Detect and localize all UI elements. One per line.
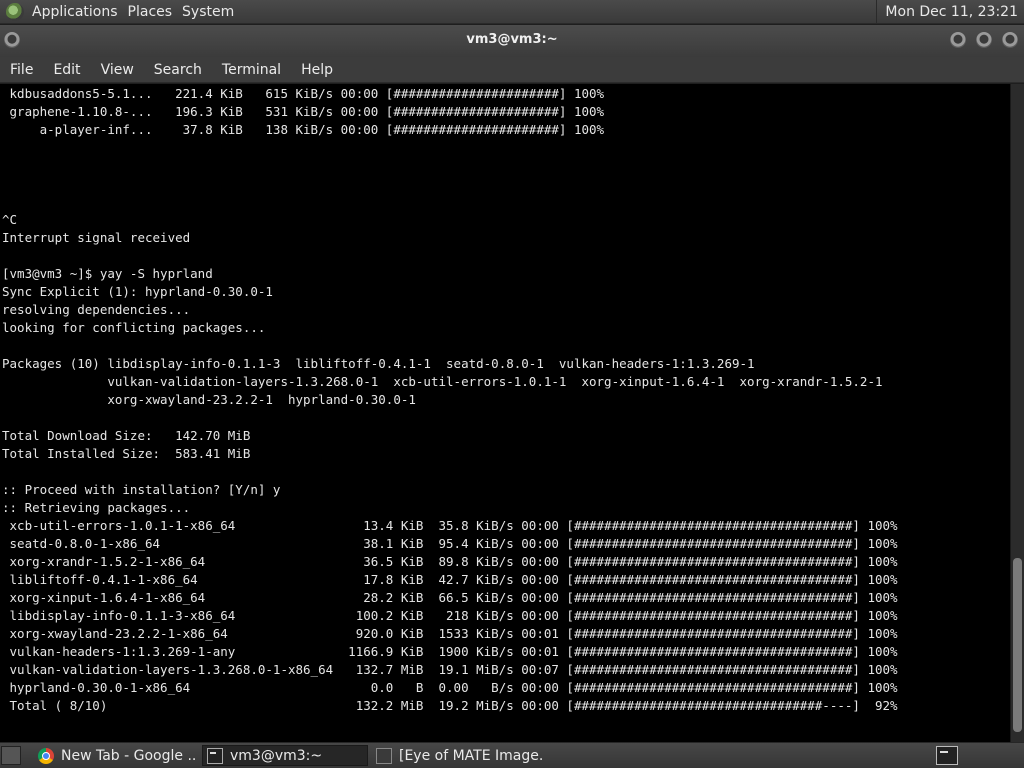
terminal-text: kdbusaddons5-5.1... 221.4 KiB 615 KiB/s … [2,86,898,713]
menu-edit[interactable]: Edit [43,57,90,83]
terminal-output[interactable]: kdbusaddons5-5.1... 221.4 KiB 615 KiB/s … [0,84,1010,742]
close-button[interactable] [1002,32,1018,48]
image-viewer-icon [376,747,392,764]
top-panel: Applications Places System Mon Dec 11, 2… [0,0,1024,24]
tray-terminal-icon[interactable] [936,746,958,765]
places-menu[interactable]: Places [126,4,181,20]
task-chrome[interactable]: New Tab - Google ... [34,745,196,766]
minimize-button[interactable] [950,32,966,48]
show-desktop-button[interactable] [1,746,21,765]
terminal-menubar: File Edit View Search Terminal Help [0,57,1024,83]
task-image-viewer[interactable]: [Eye of MATE Image... [372,745,542,766]
chrome-icon [38,747,54,764]
menu-help[interactable]: Help [291,57,343,83]
mate-logo-icon[interactable] [6,2,24,21]
clock[interactable]: Mon Dec 11, 23:21 [876,0,1024,24]
system-menu[interactable]: System [180,4,242,20]
task-terminal[interactable]: vm3@vm3:~ [202,745,368,766]
menu-view[interactable]: View [91,57,144,83]
menu-search[interactable]: Search [144,57,212,83]
task-label: New Tab - Google ... [61,747,196,764]
terminal-icon [207,747,223,764]
terminal-scrollbar[interactable] [1010,84,1024,742]
task-label: [Eye of MATE Image... [399,747,542,764]
menu-file[interactable]: File [0,57,43,83]
window-title: vm3@vm3:~ [466,32,558,47]
bottom-taskbar: New Tab - Google ... vm3@vm3:~ [Eye of M… [0,742,1024,768]
task-label: vm3@vm3:~ [230,747,323,764]
menu-terminal[interactable]: Terminal [212,57,291,83]
applications-menu[interactable]: Applications [30,4,126,20]
maximize-button[interactable] [976,32,992,48]
scrollbar-thumb[interactable] [1013,557,1022,733]
window-titlebar[interactable]: vm3@vm3:~ [0,25,1024,57]
